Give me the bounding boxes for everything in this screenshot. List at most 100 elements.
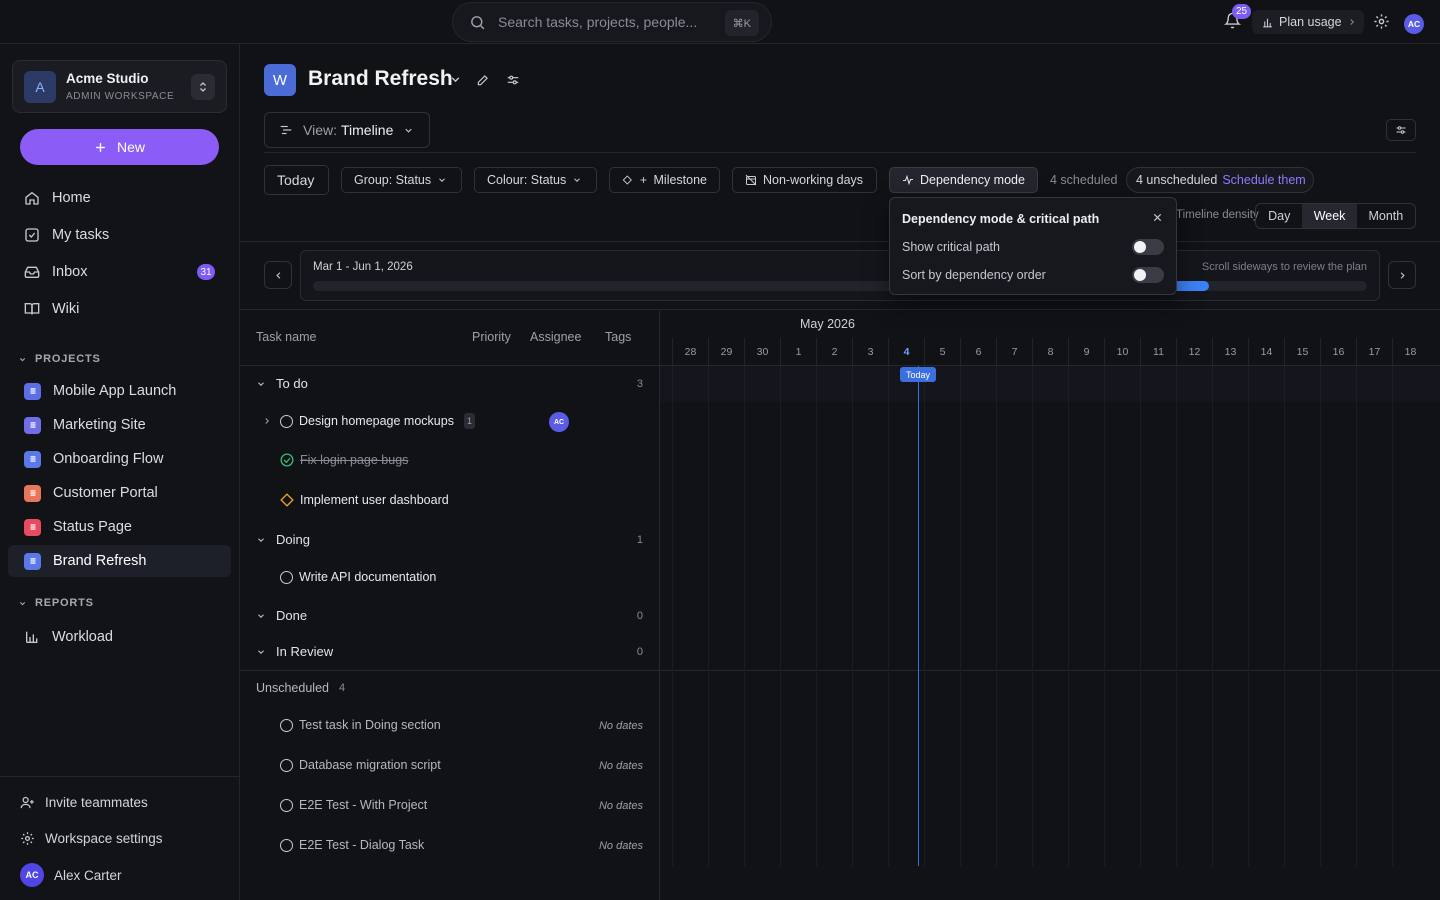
group-by-select[interactable]: Group: Status (341, 167, 462, 193)
timeline-density-label: Timeline density (1176, 209, 1259, 221)
status-circle-icon[interactable] (280, 758, 293, 772)
user-profile[interactable]: AC Alex Carter (20, 863, 122, 887)
add-milestone-button[interactable]: Milestone (609, 167, 720, 193)
project-menu-button[interactable] (449, 73, 462, 86)
no-dates-label: No dates (598, 840, 643, 852)
scroll-left-button[interactable] (264, 261, 292, 289)
invite-label: Invite teammates (45, 795, 148, 810)
group-row-to-do[interactable]: To do (256, 376, 308, 391)
milestone-diamond-icon[interactable] (280, 493, 294, 507)
sort-by-dependency-toggle[interactable] (1132, 267, 1164, 283)
invite-teammates-link[interactable]: Invite teammates (20, 795, 148, 810)
scroll-right-button[interactable] (1388, 261, 1416, 289)
colour-by-select[interactable]: Colour: Status (474, 167, 597, 193)
task-row[interactable]: Implement user dashboard (280, 493, 449, 507)
timeline-month-label: May 2026 (800, 317, 855, 331)
global-search-input[interactable]: Search tasks, projects, people... ⌘K (452, 2, 772, 42)
task-name: Test task in Doing section (299, 718, 441, 732)
timeline-day-6: 6 (960, 338, 996, 366)
sidebar-item-label: My tasks (52, 227, 110, 243)
gear-icon (21, 832, 34, 845)
unscheduled-task-row[interactable]: E2E Test - Dialog Task (280, 838, 424, 852)
new-button[interactable]: New (20, 129, 219, 165)
group-row-done[interactable]: Done (256, 608, 307, 623)
user-avatar[interactable]: AC (1404, 14, 1424, 34)
column-header-task-name[interactable]: Task name (256, 330, 316, 344)
reports-section-toggle[interactable]: REPORTS (18, 597, 94, 609)
sidebar-project-brand-refresh[interactable]: Brand Refresh (8, 545, 231, 577)
timeline-column-line (672, 366, 673, 866)
status-circle-icon[interactable] (280, 798, 293, 812)
column-header-priority[interactable]: Priority (472, 330, 511, 344)
dependency-mode-button[interactable]: Dependency mode (889, 167, 1038, 193)
projects-section-toggle[interactable]: PROJECTS (18, 353, 101, 365)
task-row[interactable]: Fix login page bugs (280, 453, 408, 467)
sidebar-item-inbox[interactable]: Inbox 31 (8, 256, 231, 288)
show-critical-path-toggle[interactable] (1132, 239, 1164, 255)
user-name: Alex Carter (54, 867, 122, 883)
sidebar-project-customer-portal[interactable]: Customer Portal (8, 477, 231, 509)
column-header-assignee[interactable]: Assignee (530, 330, 581, 344)
unscheduled-count: 4 unscheduled (1136, 173, 1218, 187)
timeline-day-7: 7 (996, 338, 1032, 366)
timeline-grid[interactable]: May 2026 2728293012345678910111213141516… (660, 310, 1440, 900)
list-icon (24, 484, 41, 502)
assignee-avatar[interactable]: AC (549, 412, 569, 432)
schedule-them-link[interactable]: Schedule them (1222, 173, 1305, 187)
rename-project-button[interactable] (476, 73, 490, 87)
workspace-switch-button[interactable] (191, 74, 215, 100)
sidebar-project-status-page[interactable]: Status Page (8, 511, 231, 543)
scheduled-count: 4 scheduled (1050, 173, 1118, 187)
column-header-tags[interactable]: Tags (605, 330, 631, 344)
view-options-button[interactable] (1386, 119, 1416, 141)
group-row-in-review[interactable]: In Review (256, 644, 333, 659)
workspace-settings-link[interactable]: Workspace settings (20, 831, 163, 846)
expand-subtasks-button[interactable] (262, 416, 272, 426)
chevron-left-icon (275, 271, 280, 279)
nonworking-label: Non-working days (763, 173, 864, 187)
task-row[interactable]: Write API documentation (280, 570, 436, 584)
timeline-day-8: 8 (1032, 338, 1068, 366)
non-working-days-toggle[interactable]: Non-working days (732, 167, 877, 193)
status-circle-icon[interactable] (280, 718, 293, 732)
density-month[interactable]: Month (1357, 204, 1415, 228)
list-icon (24, 382, 41, 400)
group-row-doing[interactable]: Doing (256, 532, 310, 547)
density-week[interactable]: Week (1302, 204, 1357, 228)
sidebar-project-marketing-site[interactable]: Marketing Site (8, 409, 231, 441)
timeline-day-2: 2 (816, 338, 852, 366)
popover-close-button[interactable] (1152, 212, 1163, 223)
sidebar-item-my-tasks[interactable]: My tasks (8, 219, 231, 251)
unscheduled-section-header: Unscheduled 4 (256, 681, 345, 695)
sidebar-item-workload[interactable]: Workload (8, 621, 231, 653)
today-button[interactable]: Today (264, 165, 329, 195)
status-circle-icon[interactable] (280, 570, 293, 584)
workspace-switcher[interactable]: A Acme Studio ADMIN WORKSPACE (12, 60, 227, 113)
timeline-column-line (1068, 366, 1069, 866)
sidebar-item-home[interactable]: Home (8, 182, 231, 214)
task-row[interactable]: Design homepage mockups 1 (280, 413, 475, 429)
dependency-mode-popover: Dependency mode & critical path Show cri… (889, 197, 1177, 295)
chevron-up-down-icon (200, 82, 206, 92)
density-day[interactable]: Day (1256, 204, 1302, 228)
unscheduled-task-row[interactable]: E2E Test - With Project (280, 798, 427, 812)
unscheduled-task-row[interactable]: Test task in Doing section (280, 718, 441, 732)
timeline-day-27: 27 (660, 338, 672, 366)
check-circle-icon[interactable] (280, 453, 294, 467)
status-circle-icon[interactable] (280, 414, 293, 428)
timeline-day-9: 9 (1068, 338, 1104, 366)
group-count: 0 (636, 646, 643, 658)
plan-usage-button[interactable]: Plan usage (1252, 10, 1364, 34)
range-track[interactable] (313, 281, 1367, 291)
timeline-column-line (816, 366, 817, 866)
status-circle-icon[interactable] (280, 838, 293, 852)
timeline-day-5: 5 (924, 338, 960, 366)
sidebar-project-onboarding-flow[interactable]: Onboarding Flow (8, 443, 231, 475)
sidebar-item-wiki[interactable]: Wiki (8, 293, 231, 325)
project-settings-button[interactable] (506, 73, 520, 87)
unscheduled-task-row[interactable]: Database migration script (280, 758, 441, 772)
sidebar-project-mobile-app-launch[interactable]: Mobile App Launch (8, 375, 231, 407)
sidebar-item-label: Home (52, 190, 91, 206)
view-switcher[interactable]: View: Timeline (264, 112, 430, 148)
settings-button[interactable] (1373, 13, 1390, 30)
